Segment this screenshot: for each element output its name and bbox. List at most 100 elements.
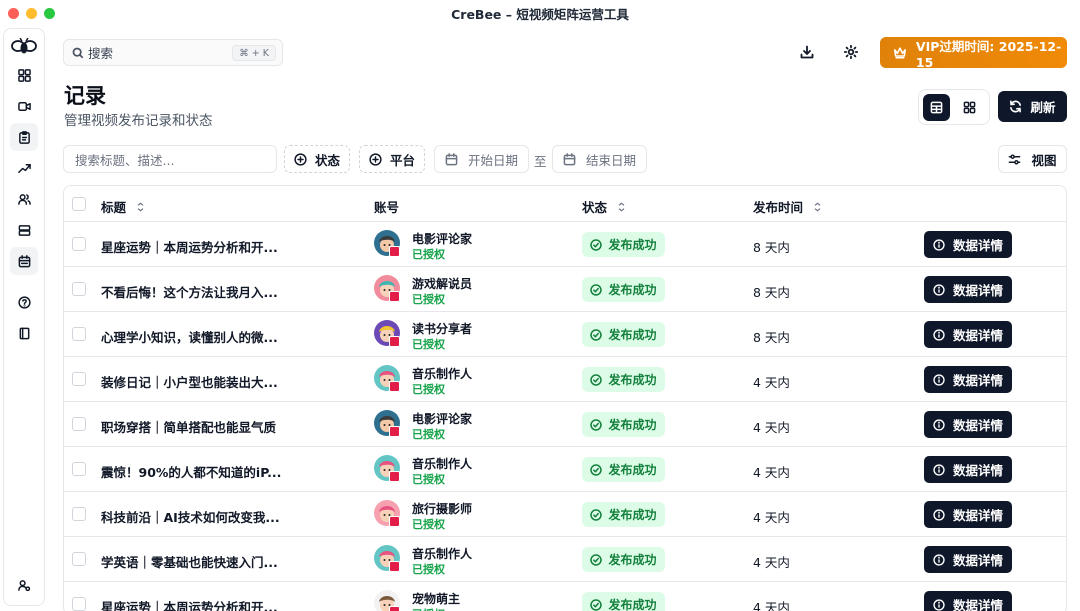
table-view-button[interactable] (923, 93, 950, 121)
data-detail-button[interactable]: 数据详情 (924, 456, 1012, 483)
minimize-window-button[interactable] (26, 8, 37, 19)
clipboard-icon[interactable] (10, 123, 38, 151)
row-checkbox[interactable] (72, 597, 86, 611)
account-name: 音乐制作人 (412, 367, 473, 381)
row-title[interactable]: 职场穿搭｜简单搭配也能显气质 (101, 417, 276, 436)
refresh-button[interactable]: 刷新 (998, 91, 1067, 122)
platform-badge-icon (389, 606, 400, 611)
status-label: 发布成功 (608, 283, 657, 297)
account-auth-status: 已授权 (412, 338, 445, 351)
account-auth-status: 已授权 (412, 293, 445, 306)
column-view-button[interactable]: 视图 (998, 145, 1067, 173)
table-row[interactable]: 装修日记｜小户型也能装出大... 音乐制作人 已授权 发布成功 4 天内 数据详… (64, 357, 1066, 402)
table-row[interactable]: 不看后悔！这个方法让我月入... 游戏解说员 已授权 发布成功 8 天内 数据详… (64, 267, 1066, 312)
status-badge: 发布成功 (582, 457, 665, 482)
storage-icon[interactable] (10, 216, 38, 244)
row-title[interactable]: 装修日记｜小户型也能装出大... (101, 372, 278, 391)
help-icon[interactable] (10, 288, 38, 316)
status-label: 发布成功 (608, 508, 657, 522)
video-icon[interactable] (10, 92, 38, 120)
table-row[interactable]: 心理学小知识，读懂别人的微... 读书分享者 已授权 发布成功 8 天内 数据详… (64, 312, 1066, 357)
select-all-checkbox[interactable] (72, 197, 86, 211)
table-row[interactable]: 学英语｜零基础也能快速入门... 音乐制作人 已授权 发布成功 4 天内 数据详… (64, 537, 1066, 582)
row-title[interactable]: 星座运势｜本周运势分析和开... (101, 597, 278, 611)
row-checkbox[interactable] (72, 417, 86, 431)
publish-time: 8 天内 (753, 285, 790, 300)
column-status-label: 状态 (582, 200, 608, 215)
status-label: 发布成功 (608, 553, 657, 567)
row-title[interactable]: 心理学小知识，读懂别人的微... (101, 327, 278, 346)
table-row[interactable]: 星座运势｜本周运势分析和开... 电影评论家 已授权 发布成功 8 天内 数据详… (64, 222, 1066, 267)
table-row[interactable]: 星座运势｜本周运势分析和开... 宠物萌主 已授权 发布成功 4 天内 (64, 582, 1066, 611)
user-settings-icon[interactable] (10, 571, 38, 599)
column-status[interactable]: 状态 (582, 197, 626, 216)
global-search-input[interactable]: 搜索 ⌘ + K (63, 39, 283, 66)
grid-view-button[interactable] (956, 94, 983, 121)
calendar-icon[interactable] (10, 247, 38, 275)
data-detail-button[interactable]: 数据详情 (924, 546, 1012, 573)
check-circle-icon (590, 463, 603, 476)
data-detail-label: 数据详情 (952, 328, 1003, 343)
users-icon[interactable] (10, 185, 38, 213)
account-name: 游戏解说员 (412, 277, 473, 291)
data-detail-button[interactable]: 数据详情 (924, 321, 1012, 348)
data-detail-button[interactable]: 数据详情 (924, 366, 1012, 393)
start-date-picker[interactable]: 开始日期 (434, 145, 530, 173)
check-circle-icon (590, 418, 603, 431)
data-detail-button[interactable]: 数据详情 (924, 501, 1012, 528)
row-title[interactable]: 不看后悔！这个方法让我月入... (101, 282, 278, 301)
trending-icon[interactable] (10, 154, 38, 182)
end-date-picker[interactable]: 结束日期 (552, 145, 648, 173)
date-range-separator: 至 (534, 154, 547, 169)
vip-expiry-badge[interactable]: VIP过期时间: 2025-12-15 (880, 37, 1067, 70)
data-detail-label: 数据详情 (952, 553, 1003, 568)
calendar-icon (563, 152, 576, 165)
row-checkbox[interactable] (72, 462, 86, 476)
row-checkbox[interactable] (72, 507, 86, 521)
table-row[interactable]: 科技前沿｜AI技术如何改变我... 旅行摄影师 已授权 发布成功 4 天内 数据… (64, 492, 1066, 537)
row-checkbox[interactable] (72, 327, 86, 341)
grid-icon (963, 101, 976, 113)
dashboard-icon[interactable] (10, 61, 38, 89)
publish-time: 4 天内 (753, 600, 790, 611)
column-title[interactable]: 标题 (101, 197, 145, 216)
download-icon[interactable] (798, 43, 816, 61)
data-detail-label: 数据详情 (952, 598, 1003, 611)
platform-filter-button[interactable]: 平台 (359, 145, 426, 173)
bee-logo-icon[interactable] (11, 36, 37, 58)
row-title[interactable]: 星座运势｜本周运势分析和开... (101, 237, 278, 256)
refresh-label: 刷新 (1030, 100, 1056, 115)
table-icon (930, 101, 943, 113)
row-checkbox[interactable] (72, 237, 86, 251)
status-filter-button[interactable]: 状态 (284, 145, 351, 173)
account-name: 电影评论家 (412, 232, 473, 246)
data-detail-button[interactable]: 数据详情 (924, 276, 1012, 303)
row-title[interactable]: 科技前沿｜AI技术如何改变我... (101, 507, 280, 526)
row-checkbox[interactable] (72, 372, 86, 386)
data-detail-button[interactable]: 数据详情 (924, 231, 1012, 258)
table-row[interactable]: 震惊！90%的人都不知道的iP... 音乐制作人 已授权 发布成功 4 天内 数… (64, 447, 1066, 492)
data-detail-button[interactable]: 数据详情 (924, 411, 1012, 438)
row-checkbox[interactable] (72, 282, 86, 296)
row-title[interactable]: 震惊！90%的人都不知道的iP... (101, 462, 281, 481)
record-search-input[interactable]: 搜索标题、描述... (63, 145, 277, 173)
column-publish-time[interactable]: 发布时间 (753, 197, 822, 216)
close-window-button[interactable] (8, 8, 19, 19)
theme-toggle-icon[interactable] (842, 43, 860, 61)
search-icon (72, 47, 84, 58)
check-circle-icon (590, 373, 603, 386)
book-icon[interactable] (10, 319, 38, 347)
status-filter-label: 状态 (315, 152, 341, 168)
row-checkbox[interactable] (72, 552, 86, 566)
platform-filter-label: 平台 (390, 152, 416, 168)
plus-circle-icon (369, 152, 382, 166)
records-table: 标题 账号 状态 发布时间 星座运势｜本周运势分析和开... 电影评论家 已授权… (63, 185, 1067, 611)
table-row[interactable]: 职场穿搭｜简单搭配也能显气质 电影评论家 已授权 发布成功 4 天内 数据详情 (64, 402, 1066, 447)
account-auth-status: 已授权 (412, 473, 445, 486)
data-detail-button[interactable]: 数据详情 (924, 591, 1012, 611)
info-icon (933, 598, 945, 611)
row-title[interactable]: 学英语｜零基础也能快速入门... (101, 552, 278, 571)
maximize-window-button[interactable] (44, 8, 55, 19)
status-badge: 发布成功 (582, 277, 665, 302)
search-shortcut: ⌘ + K (232, 45, 276, 61)
